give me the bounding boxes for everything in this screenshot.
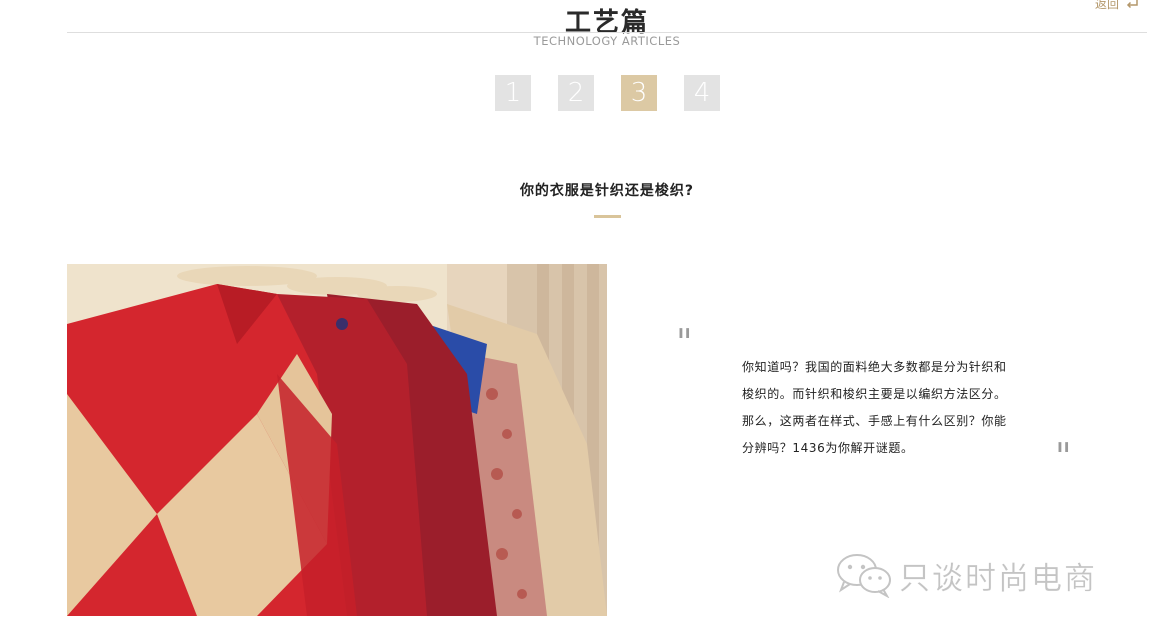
watermark: 只谈时尚电商: [835, 552, 1097, 598]
page-button-4[interactable]: 4: [684, 75, 720, 111]
page-subtitle: TECHNOLOGY ARTICLES: [533, 34, 681, 48]
page-button-3[interactable]: 3: [621, 75, 657, 111]
wechat-icon: [837, 554, 891, 598]
back-link[interactable]: 返回: [1095, 0, 1139, 12]
open-quote-mark: ": [676, 323, 693, 364]
page-button-2[interactable]: 2: [558, 75, 594, 111]
return-arrow-icon: [1126, 0, 1138, 8]
article-intro-text: 你知道吗？我国的面料绝大多数都是分为针织和梭织的。而针织和梭织主要是以编织方法区…: [742, 360, 1007, 455]
page-pagination: 1 2 3 4: [495, 75, 720, 111]
watermark-text: 只谈时尚电商: [899, 560, 1097, 597]
back-label: 返回: [1094, 0, 1119, 11]
page-button-1[interactable]: 1: [495, 75, 531, 111]
clothes-rack-illustration: [67, 264, 607, 616]
article-title: 你的衣服是针织还是梭织?: [519, 183, 695, 199]
article-photo: [67, 264, 607, 616]
close-quote-mark: ": [1055, 437, 1072, 478]
header-divider: [67, 32, 1147, 33]
title-accent-bar: [594, 215, 621, 218]
